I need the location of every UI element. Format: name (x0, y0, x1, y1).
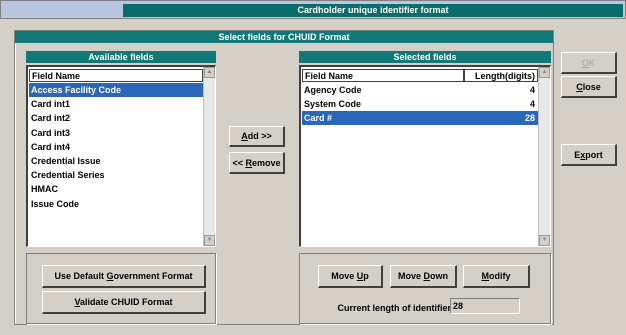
available-field-item[interactable]: Card int3 (29, 126, 203, 140)
selected-field-length: 28 (524, 113, 535, 124)
available-field-item[interactable]: Card int4 (29, 140, 203, 154)
modify-button[interactable]: Modify (463, 265, 530, 288)
add-button[interactable]: Add >> (229, 126, 285, 147)
available-field-item[interactable]: Card int1 (29, 97, 203, 111)
available-field-item[interactable]: HMAC (29, 182, 203, 196)
available-field-item[interactable]: Access Facility Code (29, 83, 203, 97)
close-button[interactable]: Close (561, 76, 617, 98)
selected-fields-list[interactable]: Field Name Length(digits) Agency Code 4 Sy… (299, 65, 551, 247)
available-field-item[interactable]: Credential Series (29, 168, 203, 182)
validate-chuid-format-button[interactable]: Validate CHUID Format (42, 291, 206, 314)
window-title: Cardholder unique identifier format (123, 4, 623, 17)
scroll-down-arrow-icon[interactable]: ▼ (204, 235, 215, 246)
current-length-field: 28 (450, 298, 520, 314)
available-fields-title: Available fields (26, 51, 216, 63)
selected-column-length[interactable]: Length(digits) (464, 69, 538, 82)
export-button[interactable]: Export (561, 144, 617, 166)
selected-field-length: 4 (529, 99, 535, 110)
move-down-button[interactable]: Move Down (390, 265, 457, 288)
scroll-up-arrow-icon[interactable]: ▲ (204, 67, 215, 78)
selected-field-name: Agency Code (304, 85, 362, 95)
available-field-item[interactable]: Issue Code (29, 197, 203, 211)
available-fields-list[interactable]: Field Name Access Facility Code Card int1… (26, 65, 216, 247)
scroll-up-arrow-icon[interactable]: ▲ (539, 67, 550, 78)
selected-field-row[interactable]: Agency Code 4 (302, 83, 538, 97)
selected-list-scrollbar[interactable]: ▲ ▼ (538, 67, 550, 246)
ok-button[interactable]: OK (561, 52, 617, 74)
selected-field-length: 4 (529, 85, 535, 95)
selected-column-field-name[interactable]: Field Name (302, 69, 464, 82)
current-length-label: Current length of identifier: (337, 303, 455, 313)
selected-field-name: System Code (304, 99, 362, 110)
move-up-button[interactable]: Move Up (318, 265, 383, 288)
selected-field-row[interactable]: Card # 28 (302, 111, 538, 126)
group-title: Select fields for CHUID Format (15, 31, 553, 43)
use-default-government-format-button[interactable]: Use Default Government Format (42, 265, 206, 288)
available-field-item[interactable]: Credential Issue (29, 154, 203, 168)
available-field-item[interactable]: Card int2 (29, 111, 203, 125)
window-title-bar: Cardholder unique identifier format (0, 0, 626, 19)
available-column-field-name[interactable]: Field Name (29, 69, 203, 82)
available-list-scrollbar[interactable]: ▲ ▼ (203, 67, 215, 246)
selected-field-name: Card # (304, 113, 333, 124)
selected-fields-title: Selected fields (299, 51, 551, 63)
scroll-down-arrow-icon[interactable]: ▼ (539, 235, 550, 246)
selected-field-row[interactable]: System Code 4 (302, 97, 538, 111)
remove-button[interactable]: << Remove (229, 152, 285, 174)
